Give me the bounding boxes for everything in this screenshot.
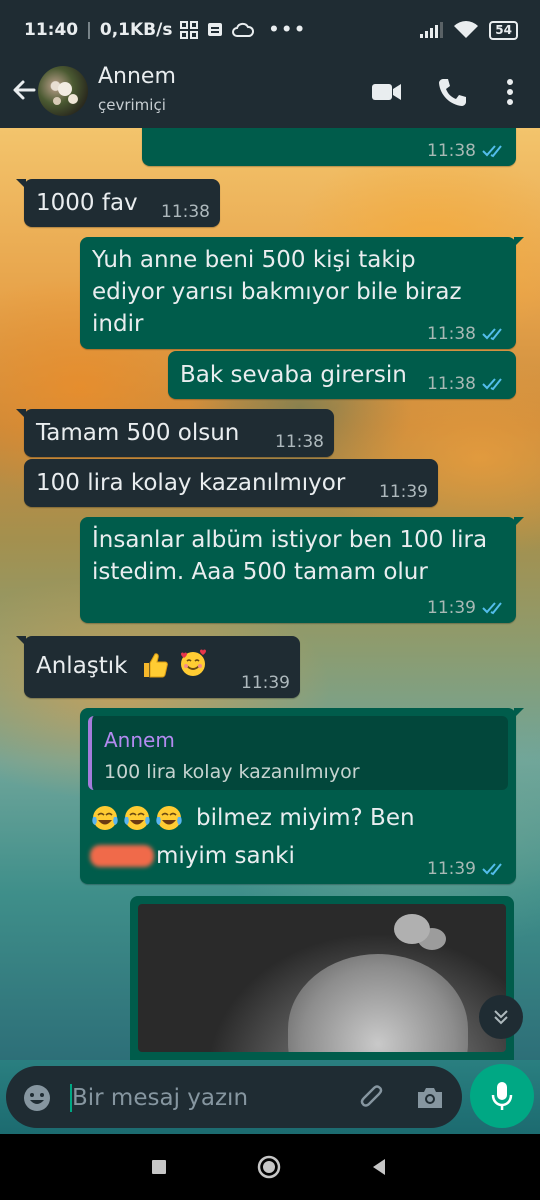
smiling-face-with-hearts-icon <box>181 649 206 676</box>
message-time: 11:38 <box>275 432 324 452</box>
thumbs-up-icon <box>144 653 168 678</box>
message-time: 11:39 <box>379 482 428 502</box>
voice-message-button[interactable] <box>470 1064 534 1128</box>
message-photo[interactable] <box>138 904 506 1052</box>
back-icon[interactable] <box>366 1154 392 1180</box>
message-bubble-outgoing[interactable]: Annem 100 lira kolay kazanılmıyor bilmez… <box>80 708 524 884</box>
status-right: 54 <box>419 20 518 40</box>
message-meta: 11:38 <box>427 325 506 343</box>
emoji-icon[interactable] <box>22 1083 52 1113</box>
message-meta: 11:38 <box>161 203 210 221</box>
message-notification-icon <box>208 23 223 36</box>
avatar[interactable] <box>38 66 88 116</box>
phone-icon[interactable] <box>434 74 470 110</box>
contact-name[interactable]: Annem <box>98 64 176 89</box>
message-time: 11:38 <box>427 324 476 344</box>
back-arrow-icon[interactable] <box>8 74 40 106</box>
grid-notification-icon <box>180 21 199 39</box>
message-meta: 11:39 <box>427 860 506 878</box>
message-text: Tamam 500 olsun <box>36 420 240 446</box>
status-bar: 11:40 | 0,1KB/s ••• 54 <box>0 0 540 62</box>
message-bubble-incoming[interactable]: Tamam 500 olsun 11:38 <box>16 409 334 457</box>
message-text: Bak sevaba girersin <box>180 362 407 388</box>
read-ticks-icon <box>482 328 502 341</box>
message-bubble-incoming[interactable]: 100 lira kolay kazanılmıyor 11:39 <box>24 459 438 507</box>
message-text: Anlaştık <box>36 653 128 679</box>
attach-icon[interactable] <box>356 1082 388 1114</box>
message-text: İnsanlar albüm istiyor ben 100 lira iste… <box>92 527 488 585</box>
message-text-part2: miyim sanki <box>156 843 295 869</box>
read-ticks-icon <box>482 378 502 391</box>
compose-bar <box>0 1060 540 1134</box>
message-time: 11:38 <box>161 202 210 222</box>
tears-of-joy-icon <box>124 806 150 830</box>
tears-of-joy-icon <box>92 806 118 830</box>
message-meta: 11:39 <box>241 674 290 692</box>
video-call-icon[interactable] <box>368 74 404 110</box>
message-time: 11:39 <box>427 859 476 879</box>
message-bubble-outgoing[interactable]: Bak sevaba girersin 11:38 <box>168 351 516 399</box>
wifi-icon <box>454 21 479 38</box>
more-vert-icon[interactable] <box>492 74 528 110</box>
status-time: 11:40 <box>24 20 79 40</box>
tears-of-joy-icon <box>156 806 182 830</box>
message-meta: 11:38 <box>427 142 506 160</box>
compose-pill[interactable] <box>6 1066 462 1128</box>
home-icon[interactable] <box>256 1154 282 1180</box>
quote-author: Annem <box>104 728 175 752</box>
quoted-message[interactable]: Annem 100 lira kolay kazanılmıyor <box>88 716 508 790</box>
scroll-to-bottom-button[interactable] <box>479 995 523 1039</box>
status-left: 11:40 | 0,1KB/s ••• <box>24 20 307 40</box>
camera-icon[interactable] <box>414 1082 446 1114</box>
message-meta: 11:38 <box>275 433 324 451</box>
more-notifications: ••• <box>268 20 308 40</box>
message-bubble-image[interactable] <box>130 896 514 1060</box>
contact-status: çevrimiçi <box>98 96 166 114</box>
message-meta: 11:38 <box>427 375 506 393</box>
read-ticks-icon <box>482 602 502 615</box>
chevron-down-icon <box>494 1010 508 1025</box>
signal-icon <box>420 22 444 38</box>
chat-header: Annem çevrimiçi <box>0 56 540 128</box>
read-ticks-icon <box>482 863 502 876</box>
quote-text: 100 lira kolay kazanılmıyor <box>104 761 360 783</box>
battery-indicator: 54 <box>489 20 518 40</box>
message-bubble-outgoing[interactable]: 11:38 <box>142 128 516 166</box>
message-text: 1000 fav <box>36 190 138 216</box>
message-time: 11:39 <box>427 598 476 618</box>
message-text-part1: bilmez miyim? Ben <box>196 805 415 831</box>
status-separator: | <box>86 20 92 40</box>
message-time: 11:38 <box>427 374 476 394</box>
redacted-word <box>90 845 154 867</box>
message-meta: 11:39 <box>427 599 506 617</box>
message-time: 11:39 <box>241 673 290 693</box>
cloud-icon <box>232 22 255 37</box>
message-text: 100 lira kolay kazanılmıyor <box>36 470 346 496</box>
message-time: 11:38 <box>427 141 476 161</box>
message-meta: 11:39 <box>379 483 428 501</box>
message-bubble-incoming[interactable]: Anlaştık 11:39 <box>16 636 300 698</box>
system-nav-bar <box>0 1134 540 1200</box>
mic-icon <box>491 1082 513 1110</box>
message-input[interactable] <box>72 1082 332 1114</box>
message-bubble-incoming[interactable]: 1000 fav 11:38 <box>16 179 220 227</box>
read-ticks-icon <box>482 145 502 158</box>
message-bubble-outgoing[interactable]: İnsanlar albüm istiyor ben 100 lira iste… <box>80 517 524 623</box>
reply-line-1: bilmez miyim? Ben <box>90 802 415 834</box>
message-bubble-outgoing[interactable]: Yuh anne beni 500 kişi takip ediyor yarı… <box>80 237 524 349</box>
reply-line-2: miyim sanki <box>90 840 295 872</box>
network-speed: 0,1KB/s <box>99 20 173 40</box>
recents-icon[interactable] <box>146 1154 172 1180</box>
